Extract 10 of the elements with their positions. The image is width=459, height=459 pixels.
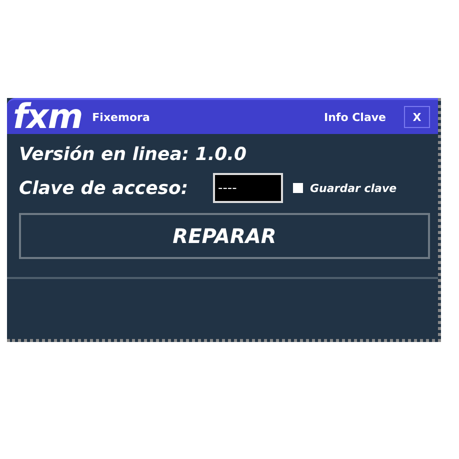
window-title: Fixemora <box>92 110 150 124</box>
close-button[interactable]: X <box>404 106 430 128</box>
password-field[interactable]: ---- <box>213 173 283 203</box>
repair-button[interactable]: REPARAR <box>19 213 430 259</box>
app-logo: fxm <box>12 101 84 133</box>
save-checkbox[interactable] <box>293 183 303 193</box>
access-label: Clave de acceso: <box>19 178 190 198</box>
info-link[interactable]: Info Clave <box>324 110 386 124</box>
version-label: Versión en linea: 1.0.0 <box>19 144 248 165</box>
save-checkbox-label: Guardar clave <box>310 182 397 194</box>
